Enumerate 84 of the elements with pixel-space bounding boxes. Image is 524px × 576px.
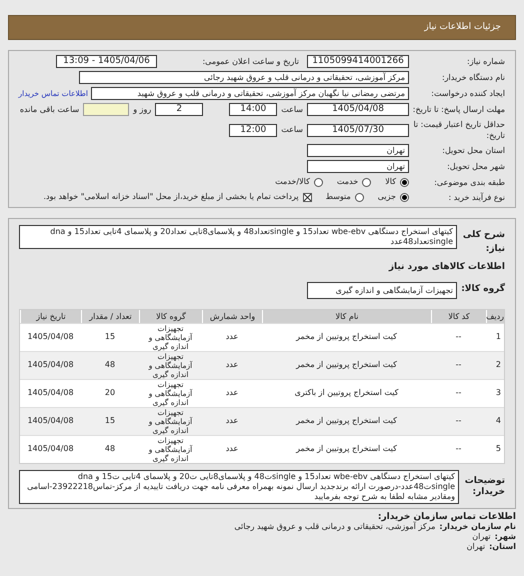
field-label: مهلت ارسال پاسخ: تا تاریخ: — [412, 104, 505, 115]
contact-label: شهر: — [494, 532, 516, 542]
table-cell-text: 1405/04/08 — [26, 415, 75, 427]
buyer-notes-field: کیتهای استخراج دستگاهی wbe-ebv تعداد15 و singleت48 و پلاسمای8تایی ت20 و پلاسمای 4تایی ت15 و dna singleت48عدد-درصورت ارائه برندجدید ارسال نمونه بهمراه معرفی نامه جهت دریافت تاییدیه از مرکز-تماس23922218-اسامی ومقادیر مشابه لطفا به شرح توجه بفرمایید — [19, 470, 459, 504]
field-label: حداقل تاریخ اعتبار قیمت: تا تاریخ: — [412, 119, 505, 141]
table-cell-text: عدد — [224, 443, 240, 455]
field-label: طبقه بندی موضوعی: — [433, 176, 505, 188]
contact-label: استان: — [489, 542, 516, 552]
radio-label: کالا/خدمت — [275, 176, 310, 188]
radio-label: کالا — [385, 176, 396, 188]
field-label: نام دستگاه خریدار: — [441, 72, 505, 83]
cross-icon — [304, 194, 311, 200]
table-cell-text: 1405/04/08 — [26, 387, 75, 399]
contact-heading: اطلاعات تماس سازمان خریدار: — [376, 512, 516, 522]
field-label: ساعت — [280, 104, 304, 116]
table-cell-text: 1 — [494, 331, 502, 343]
field-label: نوع فرآیند خرید : — [447, 192, 505, 202]
section-heading: اطلاعات کالاهای مورد نیاز — [388, 261, 505, 274]
text-field[interactable]: 12:00 — [229, 124, 278, 136]
field-label: شماره نیاز: — [466, 56, 505, 67]
table-cell-text: 15 — [104, 415, 116, 427]
text-field[interactable]: مرتضی رمضانی نیا نگهبان مرکز آموزشی، تحقیقاتی و درمانی قلب و عروق شهید — [91, 87, 409, 100]
field-label: ایجاد کننده درخواست: — [430, 88, 505, 99]
table-cell-text: 5 — [494, 443, 502, 455]
table-cell-text: کیت استخراج پروتیین از مخمر — [294, 331, 398, 343]
table-cell-text: 48 — [104, 443, 116, 455]
radio-button[interactable] — [362, 178, 372, 186]
radio-button[interactable] — [400, 178, 409, 186]
contact-value: مرکز آموزشی، تحقیقاتی و درمانی قلب و عروق شهید رجائی — [234, 522, 436, 532]
table-cell-text: 1405/04/08 — [26, 443, 75, 455]
remaining-time-field — [83, 103, 130, 116]
text-field[interactable]: تهران — [307, 144, 409, 157]
table-cell-text: -- — [454, 387, 462, 399]
checkbox-label: پرداخت تمام یا بخشی از مبلغ خرید،از محل "اسناد خزانه اسلامی" خواهد بود. — [43, 191, 299, 203]
text-field[interactable]: 1105099414001266 — [307, 55, 409, 68]
table-cell-text: کیت استخراج پروتیین از مخمر — [294, 443, 398, 455]
table-cell-text: -- — [454, 415, 462, 427]
radio-label: متوسط — [326, 191, 351, 203]
summary-field: کیتهای استخراج دستگاهی wbe-ebv تعداد15 و singleتعداد48 و پلاسمای8تایی تعداد20 و پلاسمای 4تایی تعداد15 و dna singleتعداد48عدد — [19, 225, 457, 249]
field-label: استان محل تحویل: — [441, 145, 505, 156]
table-cell-text: عدد — [224, 387, 240, 399]
field-label: ساعت — [280, 124, 304, 136]
contact-label: نام سازمان خریدار: — [439, 522, 516, 532]
table-cell-text: 4 — [494, 415, 502, 427]
table-cell-text: -- — [454, 331, 462, 343]
contact-value: تهران — [466, 542, 486, 552]
contact-value: تهران — [472, 532, 491, 542]
table-cell-text: عدد — [224, 331, 240, 343]
table-cell-text: 2 — [494, 359, 502, 371]
table-cell-text: -- — [454, 359, 462, 371]
field-label: شرح کلی نیاز: — [462, 229, 505, 256]
text-field[interactable]: 1405/04/06 - 13:09 — [56, 55, 157, 68]
table-cell-text: کیت استخراج پروتیین از مخمر — [294, 359, 398, 371]
table-cell-text: 3 — [494, 387, 502, 399]
radio-button[interactable] — [400, 192, 409, 202]
table-cell-text: عدد — [224, 359, 240, 371]
radio-label: خدمت — [336, 176, 358, 188]
text-field[interactable]: تهران — [307, 160, 409, 173]
table-cell-text: 48 — [104, 359, 116, 371]
table-cell-text: 1405/04/08 — [26, 359, 75, 371]
radio-label: جزیی — [378, 191, 396, 203]
radio-button[interactable] — [314, 178, 323, 186]
radio-button[interactable] — [354, 192, 364, 202]
field-label: روز و — [132, 104, 152, 116]
text-field[interactable]: مرکز آموزشی، تحقیقاتی و درمانی قلب و عروق شهید رجائی — [79, 71, 409, 84]
field-label: توضیحات خریدار: — [464, 476, 505, 498]
table-cell-text: -- — [454, 443, 462, 455]
field-label: ساعت باقی مانده — [20, 104, 80, 116]
checkbox[interactable] — [302, 192, 312, 202]
text-field[interactable]: 1405/07/30 — [307, 124, 409, 136]
page-header: جزئیات اطلاعات نیاز — [8, 15, 516, 40]
table-cell-text: 20 — [104, 387, 116, 399]
table-cell-text: 1405/04/08 — [26, 331, 75, 343]
table-cell-text: کیت استخراج پروتیین از باکتری — [294, 387, 400, 399]
table-cell-text: کیت استخراج پروتیین از مخمر — [294, 415, 398, 427]
text-field[interactable]: 2 — [155, 103, 204, 116]
text-field[interactable]: 14:00 — [229, 103, 278, 116]
field-label: تاریخ و ساعت اعلان عمومی: — [201, 56, 300, 68]
table-cell-text: 15 — [104, 331, 116, 343]
table-cell-text: عدد — [224, 415, 240, 427]
text-field[interactable]: تجهیزات آزمایشگاهی و اندازه گیری — [307, 282, 457, 298]
field-label: گروه کالا: — [460, 283, 505, 296]
text-field[interactable]: 1405/04/08 — [307, 103, 409, 116]
field-label: شهر محل تحویل: — [446, 161, 505, 172]
